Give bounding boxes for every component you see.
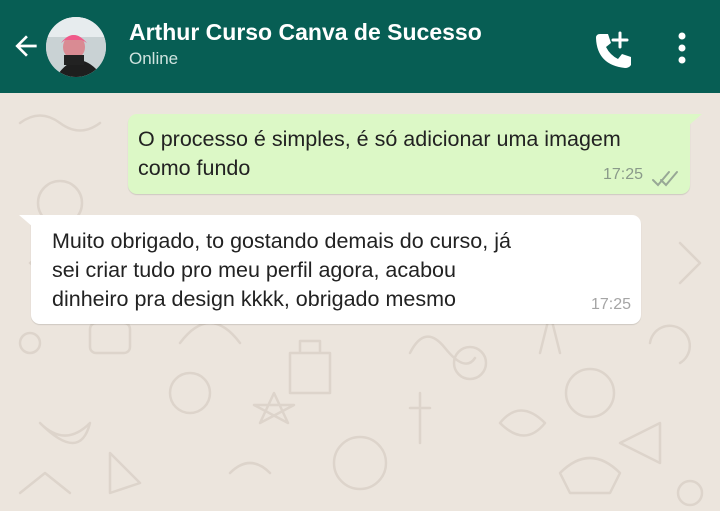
arrow-left-icon[interactable] [10, 30, 42, 62]
message-text: O processo é simples, é só adicionar uma… [138, 127, 621, 180]
contact-status: Online [129, 49, 179, 68]
chat-header: Arthur Curso Canva de Sucesso Online [0, 0, 720, 93]
message-time: 17:25 [590, 296, 631, 313]
bubble-tail [688, 114, 702, 126]
message-text: Muito obrigado, to gostando demais do cu… [52, 229, 511, 311]
message-time: 17:25 [602, 166, 643, 183]
incoming-message[interactable]: Muito obrigado, to gostando demais do cu… [19, 215, 641, 324]
add-call-icon[interactable] [592, 30, 632, 68]
double-check-icon [652, 171, 678, 187]
outgoing-message[interactable]: O processo é simples, é só adicionar uma… [128, 114, 702, 194]
contact-avatar[interactable] [46, 17, 106, 77]
contact-name[interactable]: Arthur Curso Canva de Sucesso [129, 19, 482, 46]
more-vert-icon[interactable] [668, 32, 696, 64]
bubble-tail [19, 215, 33, 227]
